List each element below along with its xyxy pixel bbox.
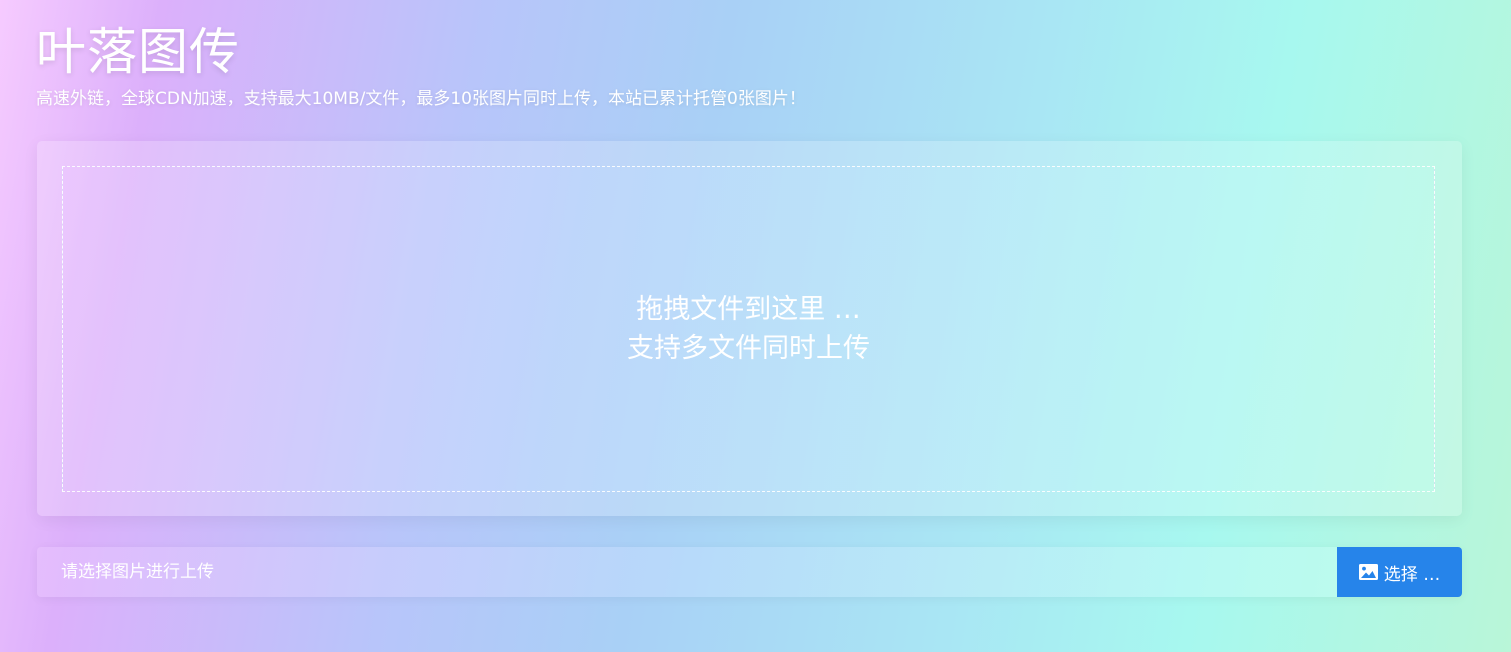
file-path-input[interactable] bbox=[37, 547, 1337, 597]
choose-file-button[interactable]: 选择 … bbox=[1337, 547, 1462, 597]
page-subtitle: 高速外链，全球CDN加速，支持最大10MB/文件，最多10张图片同时上传，本站已… bbox=[36, 89, 806, 109]
drop-multi-hint-text: 支持多文件同时上传 bbox=[627, 333, 870, 364]
page-title: 叶落图传 bbox=[36, 23, 240, 81]
upload-bar: 选择 … bbox=[37, 547, 1462, 597]
upload-panel: 拖拽文件到这里 … 支持多文件同时上传 bbox=[37, 141, 1462, 516]
drop-hint-text: 拖拽文件到这里 … bbox=[636, 294, 861, 325]
page-header: 叶落图传 高速外链，全球CDN加速，支持最大10MB/文件，最多10张图片同时上… bbox=[36, 22, 806, 110]
image-icon bbox=[1358, 564, 1378, 580]
choose-button-label: 选择 … bbox=[1383, 564, 1441, 585]
file-drop-zone[interactable]: 拖拽文件到这里 … 支持多文件同时上传 bbox=[62, 166, 1435, 492]
